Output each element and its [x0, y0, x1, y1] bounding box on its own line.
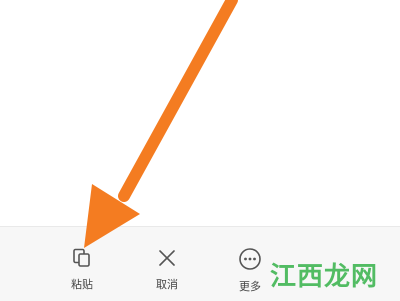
content-area — [0, 0, 400, 226]
more-label: 更多 — [239, 280, 261, 293]
cancel-label: 取消 — [156, 278, 178, 291]
watermark-logo: 江西龙网 — [270, 262, 379, 292]
more-button[interactable]: 更多 — [225, 247, 275, 294]
paste-button[interactable]: 粘贴 — [57, 247, 107, 292]
copy-icon — [57, 247, 107, 269]
close-icon — [142, 247, 192, 269]
paste-label: 粘贴 — [71, 278, 93, 291]
more-icon — [225, 247, 275, 271]
cancel-button[interactable]: 取消 — [142, 247, 192, 292]
